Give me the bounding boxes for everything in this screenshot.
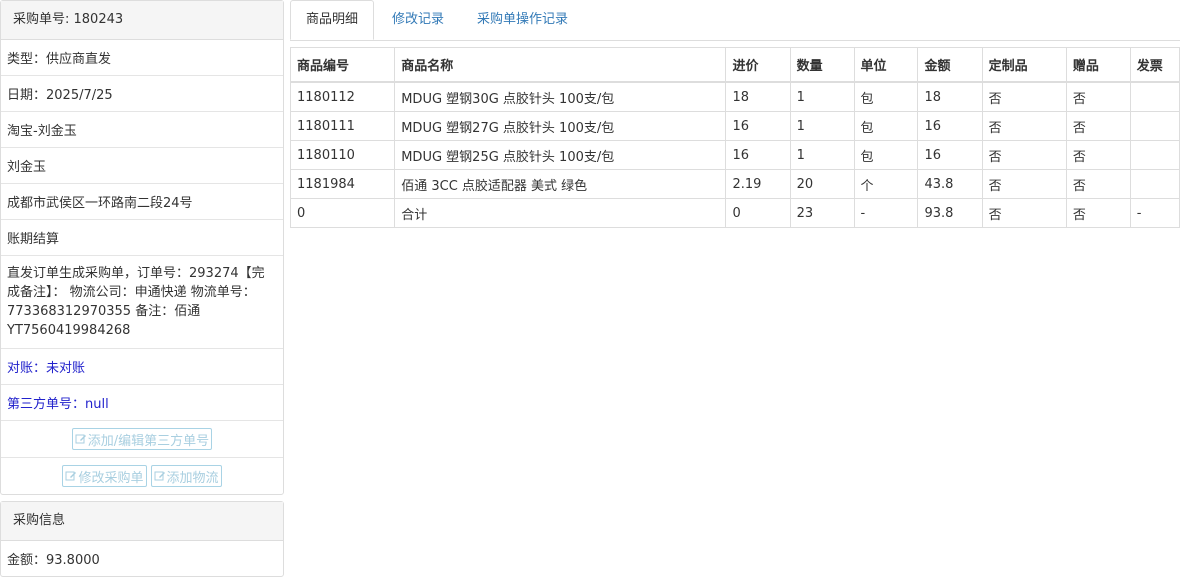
table-row: 1181984 佰通 3CC 点胶适配器 美式 绿色 2.19 20 个 43.8 否否 (289, 169, 1180, 199)
purchase-info-header: 采购信息 (1, 502, 283, 541)
cell-quantity: 1 (789, 140, 855, 170)
cell-quantity: 20 (789, 169, 855, 199)
col-quantity: 数量 (789, 47, 855, 83)
cell-gift: 否 (1065, 111, 1131, 141)
third-party-number: 第三方单号：null (1, 385, 283, 421)
col-gift: 赠品 (1065, 47, 1131, 83)
order-actions: 修改采购单 添加物流 (1, 458, 283, 494)
cell-product-code: 1180111 (289, 111, 396, 141)
col-purchase-price: 进价 (725, 47, 791, 83)
cell-amount: 16 (917, 140, 983, 170)
cell-gift: 否 (1065, 81, 1131, 112)
table-row: 0 合计 0 23-93.8 否否 - (289, 198, 1180, 228)
cell-purchase-price: 2.19 (725, 169, 791, 199)
detail-area: 商品明细 修改记录 采购单操作记录 商品编号 商品名称 进价 数量 单位 金额 … (289, 0, 1180, 228)
cell-product-code: 1181984 (289, 169, 396, 199)
cell-quantity: 23 (789, 198, 855, 228)
cell-unit: 包 (853, 111, 919, 141)
cell-custom: 否 (981, 140, 1067, 170)
cell-purchase-price: 18 (725, 81, 791, 112)
cell-product-name: MDUG 塑钢27G 点胶针头 100支/包 (394, 111, 727, 141)
table-row: 1180112 MDUG 塑钢30G 点胶针头 100支/包 18 1 包 18 否否 (289, 81, 1180, 112)
cell-purchase-price: 0 (725, 198, 791, 228)
table-header-row: 商品编号 商品名称 进价 数量 单位 金额 定制品 赠品 发票 (289, 47, 1180, 83)
cell-gift: 否 (1065, 140, 1131, 170)
add-third-party-button[interactable]: 添加/编辑第三方单号 (71, 428, 213, 450)
purchase-amount: 金额：93.8000 (7, 553, 100, 568)
cell-unit: 包 (853, 81, 919, 112)
cell-product-name: MDUG 塑钢25G 点胶针头 100支/包 (394, 140, 727, 170)
cell-product-code: 0 (289, 198, 396, 228)
add-logistics-label: 添加物流 (166, 470, 219, 486)
cell-unit: 包 (853, 140, 919, 170)
table-row: 1180111 MDUG 塑钢27G 点胶针头 100支/包 16 1 包 16 否否 (289, 111, 1180, 141)
col-product-code: 商品编号 (289, 47, 396, 83)
product-table: 商品编号 商品名称 进价 数量 单位 金额 定制品 赠品 发票 1180112 M… (289, 47, 1180, 228)
edit-icon (154, 471, 165, 481)
cell-invoice (1129, 140, 1180, 170)
cell-custom: 否 (981, 169, 1067, 199)
cell-gift: 否 (1065, 169, 1131, 199)
order-panel: 采购单号: 180243 类型：供应商直发 日期：2025/7/25 淘宝-刘金… (0, 0, 284, 495)
cell-unit: - (853, 198, 919, 228)
modify-order-button[interactable]: 修改采购单 (62, 465, 147, 487)
cell-amount: 18 (917, 81, 983, 112)
cell-custom: 否 (981, 198, 1067, 228)
col-custom: 定制品 (981, 47, 1067, 83)
order-shop: 淘宝-刘金玉 (1, 112, 283, 148)
modify-order-label: 修改采购单 (78, 470, 144, 486)
cell-amount: 93.8 (917, 198, 983, 228)
third-party-actions: 添加/编辑第三方单号 (1, 421, 283, 458)
order-type: 类型：供应商直发 (1, 40, 283, 76)
tab-modify-records[interactable]: 修改记录 (392, 0, 444, 40)
cell-custom: 否 (981, 81, 1067, 112)
col-amount: 金额 (917, 47, 983, 83)
cell-invoice: - (1129, 198, 1180, 228)
add-logistics-button[interactable]: 添加物流 (150, 465, 222, 487)
col-product-name: 商品名称 (394, 47, 727, 83)
cell-custom: 否 (981, 111, 1067, 141)
cell-product-code: 1180110 (289, 140, 396, 170)
order-remark: 直发订单生成采购单，订单号：293274【完成备注】： 物流公司：申通快递 物流… (1, 256, 283, 349)
order-payment-terms: 账期结算 (1, 220, 283, 256)
cell-purchase-price: 16 (725, 111, 791, 141)
order-sidebar: 采购单号: 180243 类型：供应商直发 日期：2025/7/25 淘宝-刘金… (0, 0, 284, 577)
tab-operation-records[interactable]: 采购单操作记录 (477, 0, 568, 40)
cell-amount: 43.8 (917, 169, 983, 199)
cell-invoice (1129, 169, 1180, 199)
cell-product-name: 佰通 3CC 点胶适配器 美式 绿色 (394, 169, 727, 199)
detail-tabs: 商品明细 修改记录 采购单操作记录 (290, 0, 1180, 41)
add-third-party-label: 添加/编辑第三方单号 (87, 433, 210, 449)
col-unit: 单位 (853, 47, 919, 83)
cell-amount: 16 (917, 111, 983, 141)
reconcile-status: 对账：未对账 (1, 349, 283, 385)
cell-unit: 个 (853, 169, 919, 199)
edit-icon (75, 434, 86, 444)
cell-product-code: 1180112 (289, 81, 396, 112)
cell-purchase-price: 16 (725, 140, 791, 170)
cell-gift: 否 (1065, 198, 1131, 228)
cell-product-name: 合计 (394, 198, 727, 228)
cell-invoice (1129, 111, 1180, 141)
table-row: 1180110 MDUG 塑钢25G 点胶针头 100支/包 16 1 包 16 否否 (289, 140, 1180, 170)
cell-invoice (1129, 81, 1180, 112)
cell-quantity: 1 (789, 81, 855, 112)
purchase-info-panel: 采购信息 金额：93.8000 (0, 501, 284, 577)
edit-icon (65, 471, 77, 481)
tab-product-details[interactable]: 商品明细 (290, 0, 375, 40)
order-address: 成都市武侯区一环路南二段24号 (1, 184, 283, 220)
order-person: 刘金玉 (1, 148, 283, 184)
order-number-header: 采购单号: 180243 (1, 1, 283, 40)
order-date: 日期：2025/7/25 (1, 76, 283, 112)
cell-quantity: 1 (789, 111, 855, 141)
col-invoice: 发票 (1129, 47, 1180, 83)
cell-product-name: MDUG 塑钢30G 点胶针头 100支/包 (394, 81, 727, 112)
